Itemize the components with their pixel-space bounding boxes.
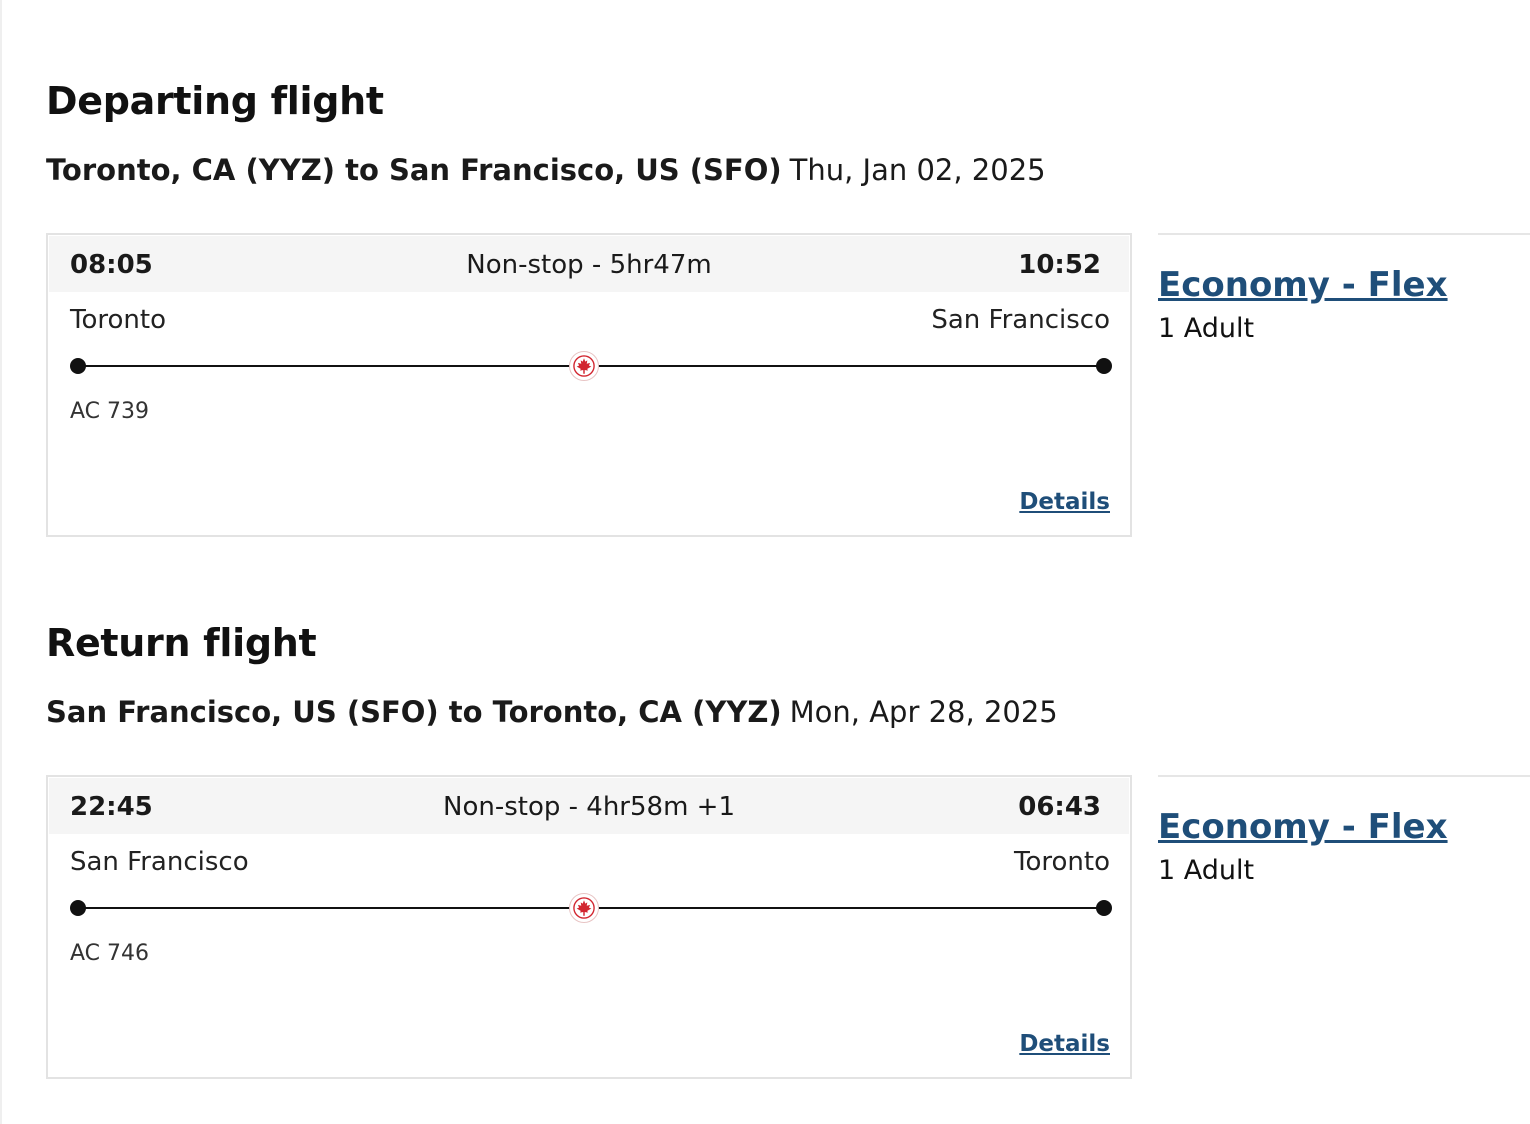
flight-duration: Non-stop - 5hr47m [466,250,712,280]
section-title-return: Return flight [46,621,317,665]
flight-duration: Non-stop - 4hr58m +1 [443,792,735,822]
flight-card: 08:05 Non-stop - 5hr47m 10:52 Toronto Sa… [46,233,1132,537]
flight-date: Thu, Jan 02, 2025 [789,153,1046,187]
origin-dot [70,358,86,374]
flight-date: Mon, Apr 28, 2025 [789,695,1058,729]
route-text: San Francisco, US (SFO) to Toronto, CA (… [46,695,782,729]
passenger-count: 1 Adult [1158,855,1255,886]
destination-city: Toronto [1014,847,1110,877]
route-line-departing: Toronto, CA (YYZ) to San Francisco, US (… [46,152,1530,188]
origin-city: San Francisco [70,847,249,877]
fare-class-link[interactable]: Economy - Flex [1158,263,1448,307]
route-text: Toronto, CA (YYZ) to San Francisco, US (… [46,153,782,187]
return-flight-section: Return flight San Francisco, US (SFO) to… [46,620,1530,1079]
arrival-time: 10:52 [1018,250,1101,280]
destination-city: San Francisco [931,305,1110,335]
route-line-return: San Francisco, US (SFO) to Toronto, CA (… [46,694,1530,730]
departing-flight-section: Departing flight Toronto, CA (YYZ) to Sa… [46,78,1530,537]
fare-class-link[interactable]: Economy - Flex [1158,805,1448,849]
section-title-departing: Departing flight [46,79,384,123]
origin-city: Toronto [70,305,166,335]
arrival-time: 06:43 [1018,792,1101,822]
details-link[interactable]: Details [1019,489,1110,515]
flight-card-header: 08:05 Non-stop - 5hr47m 10:52 [49,236,1129,292]
flight-summary-page: Departing flight Toronto, CA (YYZ) to Sa… [0,0,1530,1124]
fare-summary: Economy - Flex 1 Adult [1158,233,1530,347]
maple-leaf-icon [569,351,599,381]
destination-dot [1096,358,1112,374]
flight-number: AC 746 [70,941,150,966]
fare-summary: Economy - Flex 1 Adult [1158,775,1530,889]
flight-card-header: 22:45 Non-stop - 4hr58m +1 06:43 [49,778,1129,834]
details-link[interactable]: Details [1019,1031,1110,1057]
destination-dot [1096,900,1112,916]
origin-dot [70,900,86,916]
maple-leaf-icon [569,893,599,923]
flight-number: AC 739 [70,399,150,424]
flight-card: 22:45 Non-stop - 4hr58m +1 06:43 San Fra… [46,775,1132,1079]
passenger-count: 1 Adult [1158,313,1255,344]
